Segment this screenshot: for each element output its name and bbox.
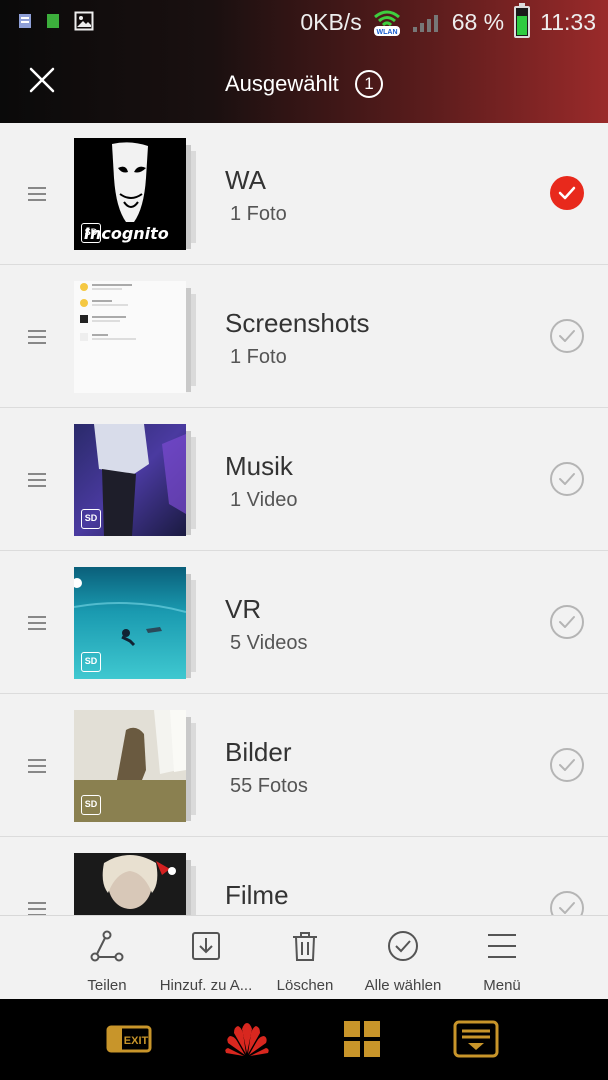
- portrait-image: [102, 855, 176, 909]
- stack-shadow: [191, 866, 196, 915]
- unselected-check-icon[interactable]: [550, 462, 584, 496]
- stack-shadow: [186, 431, 191, 535]
- selected-count-badge: 1: [355, 70, 383, 98]
- album-count: 1 Foto: [230, 203, 287, 225]
- sd-card-icon: SD: [81, 509, 101, 529]
- screenshot-preview-image: [80, 283, 136, 341]
- signal-icon: [412, 15, 438, 32]
- drag-handle-icon[interactable]: [28, 616, 46, 630]
- net-speed: 0KB/s: [300, 8, 362, 35]
- action-toolbar: Teilen Hinzuf. zu A... Löschen Alle wähl…: [0, 915, 608, 999]
- stack-shadow: [186, 717, 191, 821]
- unselected-check-icon[interactable]: [550, 748, 584, 782]
- huawei-logo-icon: [225, 1023, 269, 1056]
- gallery-icon: [74, 11, 94, 31]
- exit-icon: EXIT: [106, 1025, 152, 1053]
- home-button[interactable]: [342, 1019, 382, 1059]
- delete-button[interactable]: Löschen: [264, 916, 346, 1000]
- selected-check-icon[interactable]: [550, 176, 584, 210]
- album-row-bilder[interactable]: SD Bilder 55 Fotos: [0, 695, 608, 837]
- stack-shadow: [186, 574, 191, 678]
- unselected-check-icon[interactable]: [550, 319, 584, 353]
- album-row-vr[interactable]: SD VR 5 Videos: [0, 552, 608, 694]
- album-row-screenshots[interactable]: Screenshots 1 Foto: [0, 266, 608, 408]
- share-label: Teilen: [87, 977, 127, 994]
- sd-card-icon: [47, 14, 59, 28]
- album-count: 5 Videos: [230, 632, 308, 654]
- share-button[interactable]: Teilen: [57, 916, 157, 1000]
- sim-card-icon: [19, 14, 31, 28]
- drag-handle-icon[interactable]: [28, 759, 46, 773]
- album-thumbnail: SD: [74, 710, 186, 822]
- drag-handle-icon[interactable]: [28, 330, 46, 344]
- stack-shadow: [186, 860, 191, 915]
- drag-handle-icon[interactable]: [28, 473, 46, 487]
- stack-shadow: [191, 580, 196, 672]
- menu-button[interactable]: Menü: [460, 916, 544, 1000]
- stack-shadow: [186, 145, 191, 249]
- album-count: 1 Video: [230, 489, 298, 511]
- stack-shadow: [191, 151, 196, 243]
- close-icon[interactable]: [26, 64, 58, 96]
- album-row-musik[interactable]: SD Musik 1 Video: [0, 409, 608, 551]
- album-name: Bilder: [225, 737, 292, 767]
- clock: 11:33: [540, 8, 596, 35]
- album-thumbnail: Incognito SD: [74, 138, 186, 250]
- add-to-album-button[interactable]: Hinzuf. zu A...: [150, 916, 262, 1000]
- notification-icons: [18, 11, 94, 31]
- status-right: 0KB/s WLAN 68 % 11:33: [300, 3, 596, 38]
- album-name: VR: [225, 594, 262, 624]
- album-thumbnail: [74, 853, 186, 915]
- delete-label: Löschen: [276, 977, 334, 994]
- drag-handle-icon[interactable]: [28, 187, 46, 201]
- album-thumbnail: SD: [74, 567, 186, 679]
- album-name: WA: [225, 165, 266, 195]
- stack-shadow: [191, 723, 196, 815]
- add-to-album-icon: [192, 932, 220, 960]
- menu-label: Menü: [483, 977, 521, 994]
- top-area: 0KB/s WLAN 68 % 11:33 Ausgewählt 1: [0, 0, 608, 123]
- trash-icon: [293, 932, 317, 961]
- wifi-icon: WLAN: [373, 10, 400, 36]
- share-icon: [90, 930, 124, 962]
- stack-shadow: [186, 288, 191, 392]
- stack-shadow: [191, 294, 196, 386]
- add-to-album-label: Hinzuf. zu A...: [159, 977, 253, 994]
- sd-card-icon: SD: [81, 795, 101, 815]
- exit-label: EXIT: [124, 1035, 149, 1047]
- selection-header: Ausgewählt 1: [0, 44, 608, 123]
- grid-icon: [344, 1021, 380, 1057]
- album-name: Screenshots: [225, 308, 370, 338]
- header-title: Ausgewählt: [225, 71, 339, 96]
- select-all-icon: [388, 931, 418, 961]
- navigation-bar: EXIT: [0, 999, 608, 1080]
- album-list: Incognito SD WA 1 Foto Screenshots 1 Fot…: [0, 123, 608, 915]
- wifi-label: WLAN: [376, 29, 397, 36]
- album-thumbnail: SD: [74, 424, 186, 536]
- select-all-button[interactable]: Alle wählen: [352, 916, 454, 1000]
- status-bar: 0KB/s WLAN 68 % 11:33: [0, 0, 608, 44]
- album-thumbnail: [74, 281, 186, 393]
- sd-card-icon: SD: [81, 223, 101, 243]
- album-name: Filme: [225, 880, 289, 910]
- sd-card-icon: SD: [81, 652, 101, 672]
- exit-button[interactable]: EXIT: [106, 1019, 156, 1059]
- album-row-filme[interactable]: Filme: [0, 838, 608, 915]
- notification-shade-button[interactable]: [452, 1019, 500, 1059]
- stack-shadow: [191, 437, 196, 529]
- album-count: 1 Foto: [230, 346, 287, 368]
- huawei-logo-button[interactable]: [222, 1019, 272, 1059]
- unselected-check-icon[interactable]: [550, 891, 584, 915]
- album-count: 55 Fotos: [230, 775, 308, 797]
- album-row-wa[interactable]: Incognito SD WA 1 Foto: [0, 123, 608, 265]
- album-name: Musik: [225, 451, 293, 481]
- battery-percent: 68 %: [451, 8, 505, 35]
- drag-handle-icon[interactable]: [28, 902, 46, 915]
- pull-down-icon: [453, 1020, 499, 1058]
- battery-icon: [514, 3, 531, 38]
- select-all-label: Alle wählen: [364, 977, 442, 994]
- menu-icon: [488, 934, 516, 958]
- unselected-check-icon[interactable]: [550, 605, 584, 639]
- battery-fill: [517, 15, 528, 35]
